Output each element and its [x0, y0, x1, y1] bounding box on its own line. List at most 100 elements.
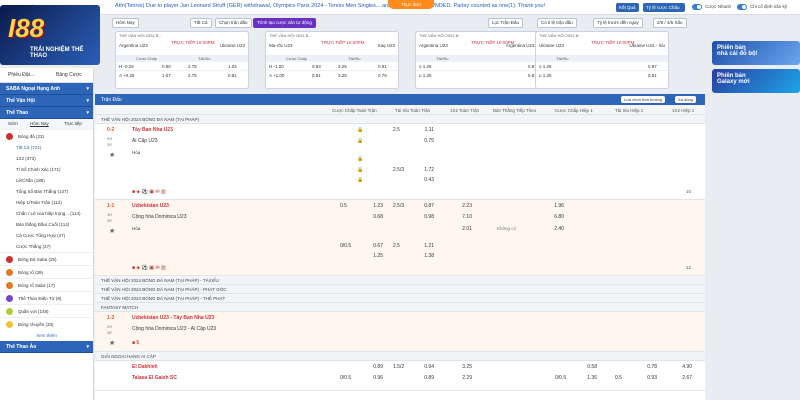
subtab-live[interactable]: Trực tiếp [64, 121, 82, 126]
odds-before-select[interactable]: Tỷ lệ trước đến ngay [593, 18, 643, 28]
sport-item[interactable]: Quần vợt (148) [0, 304, 93, 317]
home-team[interactable]: El Dakhleh [132, 364, 158, 370]
auto-refresh-toggle[interactable] [737, 4, 747, 10]
card-odd[interactable]: 0.79 [378, 73, 387, 78]
results-button[interactable]: Kết Quả [616, 3, 639, 12]
live-card[interactable]: THẾ VẬN HỘI 2024 B... Ma-rốc U23 TRỰC TI… [265, 31, 399, 89]
tab-betslip[interactable]: Phiếu Đặt... [8, 72, 34, 78]
card-odd[interactable]: 0.91 [312, 73, 321, 78]
more-markets-count[interactable]: 10 [686, 189, 691, 194]
odd[interactable]: 1.38 [412, 253, 434, 259]
menu-tab[interactable]: Thực đơn [388, 0, 434, 9]
all-filter[interactable]: Tất Cả [190, 18, 212, 28]
odd[interactable]: 1.72 [412, 167, 434, 173]
odd[interactable]: 2.29 [450, 375, 472, 381]
market-item[interactable]: Cược Thắng (47) [0, 241, 93, 252]
odd[interactable]: 1.11 [412, 127, 434, 133]
league-header[interactable]: THẾ VẬN HỘI 2024 BÓNG ĐÁ NAM (TẠI PHÁP) [95, 115, 705, 124]
live-card[interactable]: THẾ VẬN HỘI 2024 B... Argentina U23 TRỰC… [115, 31, 249, 89]
card-odd[interactable]: 0.81 [228, 73, 237, 78]
odd[interactable]: 0.68 [361, 214, 383, 220]
market-item[interactable]: Cá Cược Tổng Hợp (47) [0, 230, 93, 241]
away-team[interactable]: Talaea El Gaish SC [132, 375, 177, 381]
odd[interactable]: 2.67 [670, 375, 692, 381]
section-sports[interactable]: Thể Thao [0, 107, 93, 119]
away-team[interactable]: Ai Cập U23 [132, 138, 158, 144]
league-header[interactable]: FANTASY MATCH [95, 303, 705, 312]
match-select-button[interactable]: Chọn trận đấu [215, 18, 252, 28]
sort-select[interactable]: Xa dòng [675, 96, 696, 103]
card-odd[interactable]: 0.80 [162, 64, 171, 69]
sport-item[interactable]: Thể Thao Điện Tử (8) [0, 291, 93, 304]
odd[interactable]: 2.23 [450, 203, 472, 209]
odd[interactable]: 2.01 [450, 226, 472, 232]
odd[interactable]: 0.96 [361, 375, 383, 381]
market-item[interactable]: Tỉ Số Chính Xác (171) [0, 164, 93, 175]
market-item[interactable]: Tất Cả (721) [0, 142, 93, 153]
odd[interactable]: 0.93 [635, 375, 657, 381]
odd[interactable]: 0.87 [412, 203, 434, 209]
market-item[interactable]: 1X2 (373) [0, 153, 93, 164]
match-feature-icons[interactable]: ■ ◈ ⚽ ▣ ✉ ▥ [132, 189, 166, 195]
odd[interactable]: 6.80 [542, 214, 564, 220]
market-item[interactable]: Chấn / Lẻ của hiệp trọng... (114) [0, 208, 93, 219]
match-feature-icons[interactable]: ■ ◈ ⚽ ▣ ✉ ▥ [132, 265, 166, 271]
star-icon[interactable]: ★ [109, 227, 115, 235]
odd[interactable]: 1.23 [361, 203, 383, 209]
odd[interactable]: 0.94 [412, 364, 434, 370]
card-odd[interactable]: 0.91 [378, 64, 387, 69]
filter-match-select[interactable]: Lọc Trận Đấu [488, 18, 524, 28]
more-markets-count[interactable]: 12 [686, 265, 691, 270]
market-item[interactable]: Tổng Số Bàn Thắng (147) [0, 186, 93, 197]
promo-banner[interactable]: Phiên bản nhà cái đỗ bộ! [712, 41, 800, 65]
card-odd[interactable]: 0.83 [312, 64, 321, 69]
odd[interactable]: 0.89 [361, 364, 383, 370]
fast-bet-toggle[interactable] [692, 4, 702, 10]
odd[interactable]: 3.25 [450, 364, 472, 370]
away-team[interactable]: Cộng hòa Dominica U23 - Ai Cập U23 [132, 326, 216, 332]
sport-item[interactable]: Bóng Đá Saba (25) [0, 252, 93, 265]
odd[interactable]: 1.21 [412, 243, 434, 249]
odd[interactable]: 2.40 [542, 226, 564, 232]
card-odd[interactable]: 1.04 [228, 64, 237, 69]
market-select[interactable]: 2/5 / 4/5 Xấu [653, 18, 687, 28]
card-odd[interactable]: 0.87 [648, 64, 657, 69]
live-card[interactable]: THẾ VẬN HỘI 2024 B... Argentina U23 TRỰC… [415, 31, 549, 89]
odd[interactable]: 1.25 [361, 253, 383, 259]
sport-item[interactable]: Bóng chuyền (33) [0, 317, 93, 330]
odd[interactable]: 0.75 [412, 138, 434, 144]
odd[interactable]: 0.98 [412, 214, 434, 220]
odd[interactable]: 0.89 [412, 375, 434, 381]
subtab-today[interactable]: Hôm Nay [30, 121, 49, 126]
brand-logo[interactable]: I88 TRẢI NGHIỆM THỂ THAO [0, 5, 100, 65]
card-odd[interactable]: 1.07 [162, 73, 171, 78]
odds-type-select[interactable]: Tỷ lệ cược Châu [643, 3, 685, 12]
promo-banner[interactable]: Phiên bản Galaxy mới [712, 69, 800, 93]
tab-mybets[interactable]: Bảng Cược [56, 72, 82, 78]
league-header[interactable]: THẾ VẬN HỘI 2024 BÓNG ĐÁ NAM (TẠI PHÁP) … [95, 285, 705, 294]
subtab-early[interactable]: Sớm [8, 121, 18, 126]
odd[interactable]: 0.43 [412, 177, 434, 183]
live-card[interactable]: THẾ VẬN HỘI 2024 B... Ukraine U23 TRỰC T… [535, 31, 669, 89]
section-olympics[interactable]: Thế Vận Hội [0, 95, 93, 107]
day-filter[interactable]: Hôm Nay [112, 18, 139, 28]
match-feature-icons[interactable]: ■ $ [132, 340, 139, 346]
star-icon[interactable]: ★ [109, 339, 115, 347]
sport-soccer[interactable]: Bóng đá (23) [0, 129, 93, 142]
card-odd[interactable]: 0.81 [648, 73, 657, 78]
market-item[interactable]: Bàn thắng Đầu/ Cuối (114) [0, 219, 93, 230]
see-more-link[interactable]: Xem thêm [0, 330, 93, 341]
league-header[interactable]: THẾ VẬN HỘI 2024 BÓNG ĐÁ NAM (TẠI PHÁP) … [95, 294, 705, 303]
league-header[interactable]: THẾ VẬN HỘI 2024 BÓNG ĐÁ NAM (TẠI PHÁP) … [95, 276, 705, 285]
home-team[interactable]: Uzbekistan U23 - Tây Ban Nha U23 [132, 315, 214, 321]
odd[interactable]: 0.58 [575, 364, 597, 370]
section-virtual-sports[interactable]: Thể Thao Ảo [0, 341, 93, 353]
home-team[interactable]: Tây Ban Nha U23 [132, 127, 173, 133]
section-saba[interactable]: SABA Ngoại Hạng Anh [0, 83, 93, 95]
first-match-select[interactable]: Có tỉ lệ trận đầu [537, 18, 577, 28]
sport-item[interactable]: Bóng rổ (39) [0, 265, 93, 278]
odd[interactable]: 0.78 [635, 364, 657, 370]
time-select[interactable]: Lựa chọn thời hướng [621, 96, 665, 103]
market-item[interactable]: Hiệp 1/Toàn Trận (114) [0, 197, 93, 208]
news-ticker[interactable]: Attn(Tennis) Due to player Jan Leonard S… [115, 3, 585, 9]
